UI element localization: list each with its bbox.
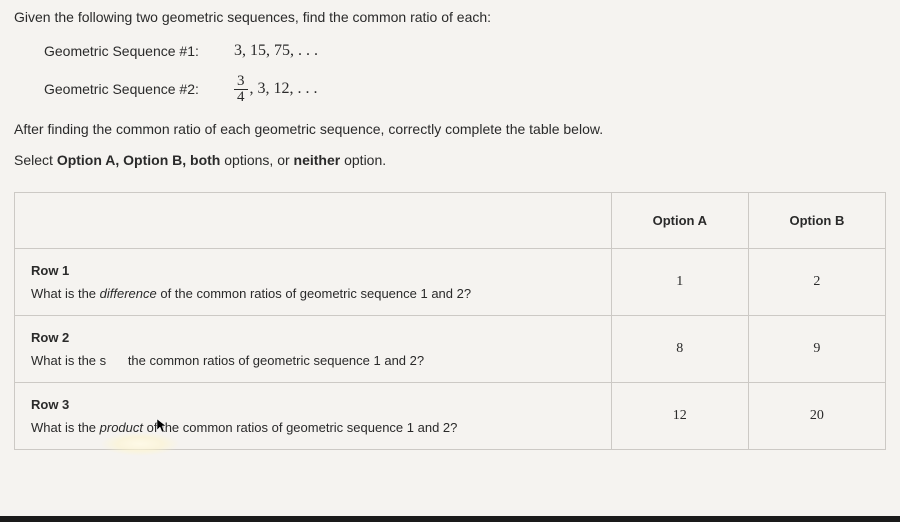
table-row: Row 3 What is the product of the common … [15,382,886,449]
row-1-title: Row 1 [31,263,595,278]
options-table: Option A Option B Row 1 What is the diff… [14,192,886,450]
select-bold: Option A, Option B, both [57,152,221,168]
header-option-b: Option B [748,192,885,248]
row-2-question-cell: Row 2 What is the s the common ratios of… [15,315,612,382]
select-prefix: Select [14,152,57,168]
row-3-question-cell: Row 3 What is the product of the common … [15,382,612,449]
sequence-1-value: 3, 15, 75, . . . [234,42,318,60]
sequence-1-label: Geometric Sequence #1: [44,43,214,59]
fraction: 3 4 [234,74,248,105]
row-1-option-a[interactable]: 1 [611,248,748,315]
select-mid: options, or [220,152,293,168]
row-1-option-b[interactable]: 2 [748,248,885,315]
table-row: Row 2 What is the s the common ratios of… [15,315,886,382]
header-option-a: Option A [611,192,748,248]
row-1-question: What is the difference of the common rat… [31,286,595,301]
row-2-option-b[interactable]: 9 [748,315,885,382]
row-3-option-b[interactable]: 20 [748,382,885,449]
fraction-numerator: 3 [234,74,248,90]
row-2-title: Row 2 [31,330,595,345]
sequence-2-label: Geometric Sequence #2: [44,81,214,97]
row-2-option-a[interactable]: 8 [611,315,748,382]
row-3-question: What is the product of the common ratios… [31,420,595,435]
row-3-option-a[interactable]: 12 [611,382,748,449]
row-1-question-cell: Row 1 What is the difference of the comm… [15,248,612,315]
row-2-question: What is the s the common ratios of geome… [31,353,595,368]
row-3-title: Row 3 [31,397,595,412]
sequence-2-rest: , 3, 12, . . . [250,80,318,97]
sequence-2-line: Geometric Sequence #2: 3 4 , 3, 12, . . … [44,74,886,105]
after-text: After finding the common ratio of each g… [14,119,886,140]
sequence-1-line: Geometric Sequence #1: 3, 15, 75, . . . [44,42,886,60]
select-suffix: option. [340,152,386,168]
sequence-2-value: 3 4 , 3, 12, . . . [234,74,318,105]
fraction-denominator: 4 [234,90,248,105]
table-row: Row 1 What is the difference of the comm… [15,248,886,315]
header-blank [15,192,612,248]
select-instruction: Select Option A, Option B, both options,… [14,152,886,168]
screen-bottom-edge [0,516,900,522]
table-header-row: Option A Option B [15,192,886,248]
select-bold2: neither [294,152,341,168]
intro-text: Given the following two geometric sequen… [14,8,886,28]
